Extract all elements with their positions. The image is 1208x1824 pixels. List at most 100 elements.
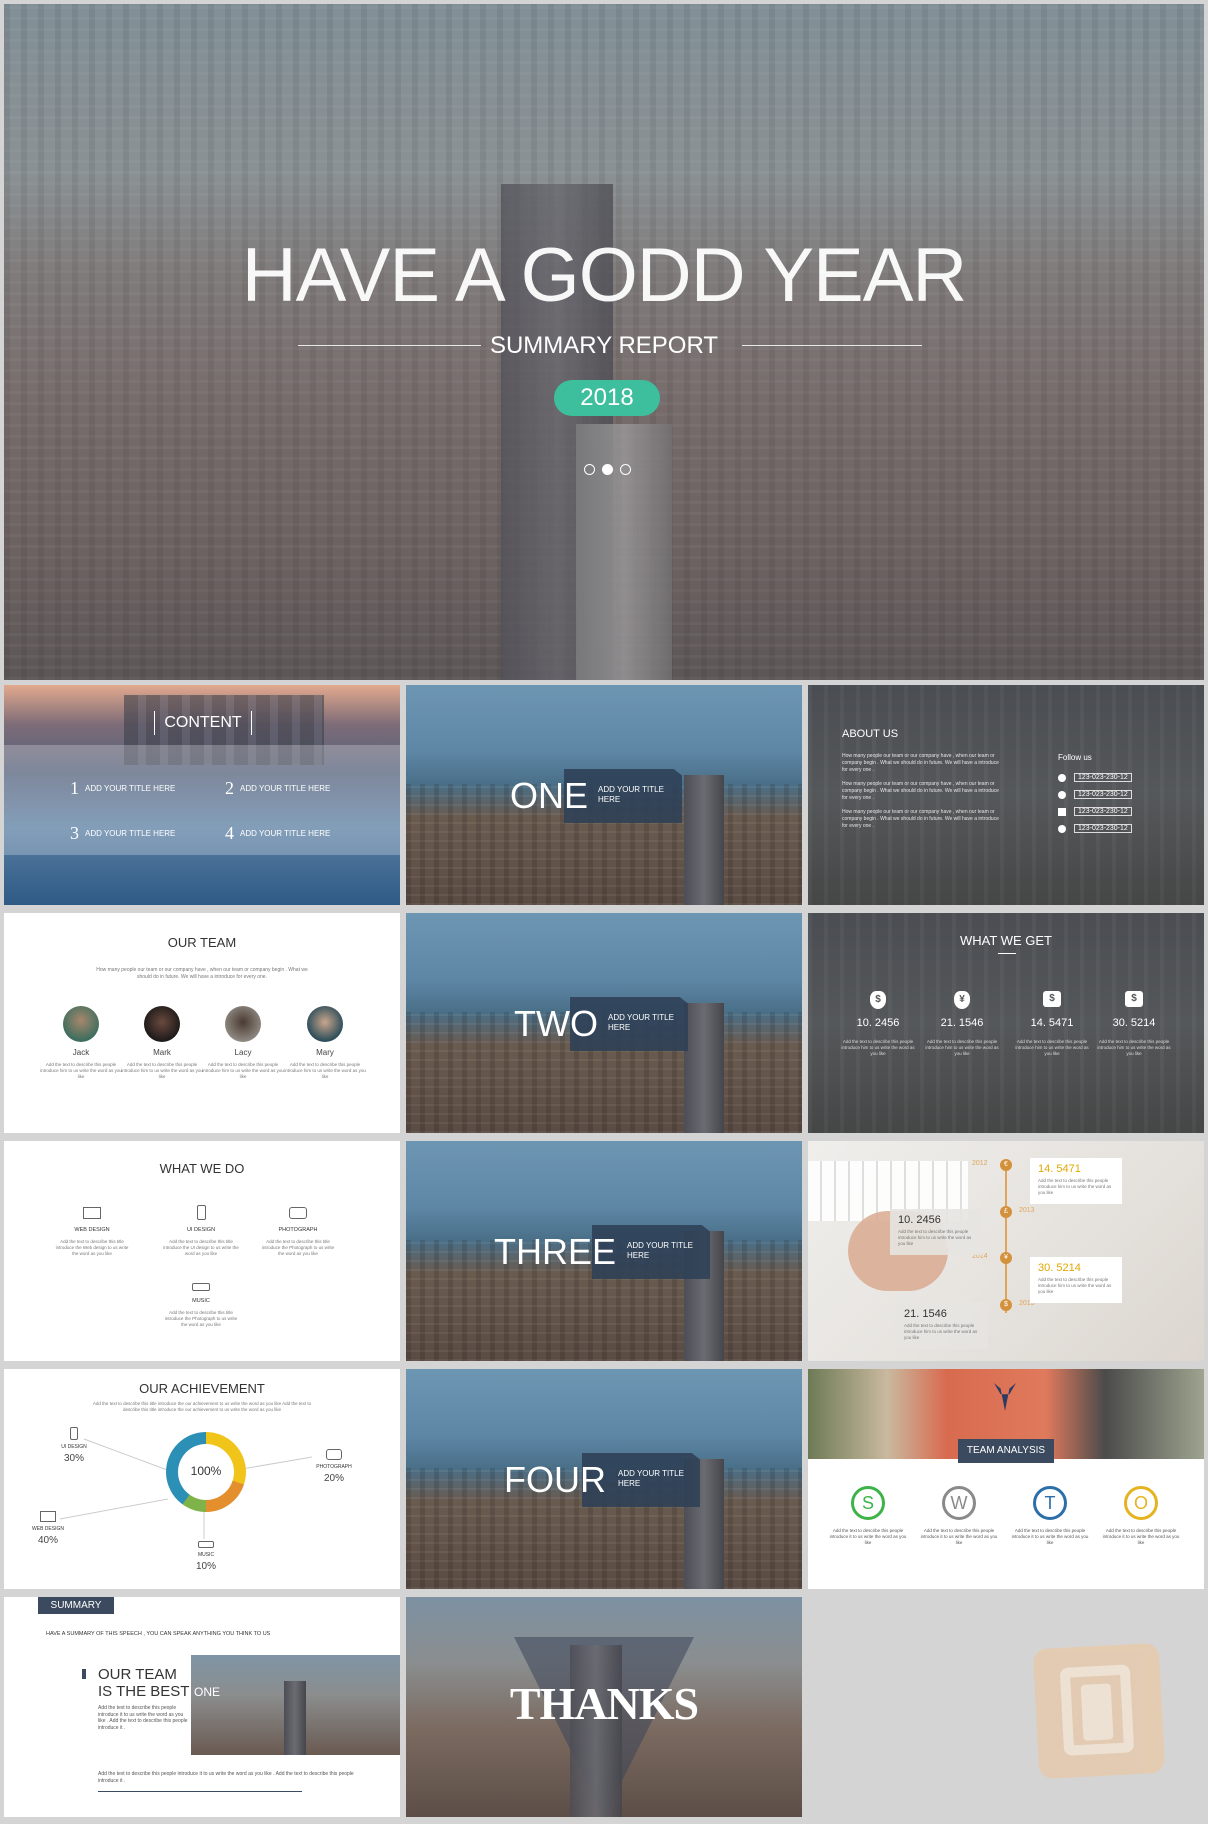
timeline-node-3: ¥ <box>1000 1252 1012 1264</box>
projector-icon <box>198 1541 214 1548</box>
get-title: WHAT WE GET <box>960 933 1052 948</box>
card-desc: Add the text to describe this people int… <box>1038 1178 1112 1195</box>
year-2012: 2012 <box>972 1160 988 1167</box>
label-line-2: HERE <box>608 1023 631 1032</box>
phone-row-3[interactable]: 123-023-230-12 <box>1058 807 1132 816</box>
about-title: ABOUT US <box>842 728 899 740</box>
stat-desc: Add the text to describe this people int… <box>1097 1039 1171 1056</box>
item-num: 4 <box>225 823 234 843</box>
section-number: ONE <box>510 775 589 816</box>
summary-slide[interactable]: SUMMARY HAVE A SUMMARY OF THIS SPEECH , … <box>4 1597 400 1817</box>
hero-slide[interactable]: HAVE A GODD YEAR SUMMARY REPORT 2018 <box>4 4 1204 680</box>
do-item-photo: PHOTOGRAPH Add the text to describe this… <box>260 1207 336 1257</box>
pager-dot-3[interactable] <box>620 464 631 475</box>
ach-label: WEB DESIGN <box>32 1526 64 1532</box>
building <box>684 1003 724 1133</box>
card-2012: 14. 5471 Add the text to describe this p… <box>1030 1158 1122 1204</box>
about-para-2: How many people our team or our company … <box>842 781 999 801</box>
ach-music: MUSIC 10% <box>176 1541 236 1572</box>
swot-s: S Add the text to describe this people i… <box>828 1486 908 1546</box>
card-desc: Add the text to describe this people int… <box>1038 1277 1112 1294</box>
timeline-node-2: £ <box>1000 1206 1012 1218</box>
section-label: ADD YOUR TITLE HERE <box>608 1013 674 1033</box>
summary-foot: Add the text to describe this people int… <box>98 1771 354 1784</box>
pager-dot-2[interactable] <box>602 464 613 475</box>
ach-label: UI DESIGN <box>61 1444 87 1450</box>
ach-pct: 10% <box>195 1561 216 1572</box>
ach-pct: 20% <box>323 1473 344 1484</box>
label-line-1: ADD YOUR TITLE <box>618 1469 684 1478</box>
achievement-slide[interactable]: OUR ACHIEVEMENT Add the text to describe… <box>4 1369 400 1589</box>
phone-value: 123-023-230-12 <box>1074 790 1132 799</box>
summary-tower <box>284 1681 306 1755</box>
section-two-slide[interactable]: TWO ADD YOUR TITLE HERE <box>406 913 802 1133</box>
item-num: 2 <box>225 778 234 798</box>
summary-marker <box>82 1669 86 1679</box>
content-slide[interactable]: CONTENT 1 ADD YOUR TITLE HERE 2 ADD YOUR T… <box>4 685 400 905</box>
follow-label: Follow us <box>1058 753 1092 762</box>
section-label: ADD YOUR TITLE HERE <box>598 785 664 805</box>
about-slide[interactable]: ABOUT US How many people our team or our… <box>808 685 1204 905</box>
about-para-1: How many people our team or our company … <box>842 753 999 773</box>
ach-pct: 30% <box>63 1453 84 1464</box>
do-item-ui: UI DESIGN Add the text to describe this … <box>163 1205 239 1257</box>
wallet-icon: $ <box>1125 991 1143 1007</box>
phone-icon <box>196 1205 206 1220</box>
get-slide[interactable]: WHAT WE GET $ 10. 2456 Add the text to d… <box>808 913 1204 1133</box>
phone-row-1[interactable]: 123-023-230-12 <box>1058 773 1132 782</box>
phone-value: 123-023-230-12 <box>1074 773 1132 782</box>
avatar <box>144 1006 180 1042</box>
year-badge: 2018 <box>554 380 660 416</box>
content-item-1[interactable]: 1 ADD YOUR TITLE HERE <box>70 778 175 799</box>
do-slide[interactable]: WHAT WE DO WEB DESIGN Add the text to de… <box>4 1141 400 1361</box>
section-four-slide[interactable]: FOUR ADD YOUR TITLE HERE <box>406 1369 802 1589</box>
content-overlay <box>4 745 400 855</box>
stat-value: 10. 2456 <box>856 1017 900 1029</box>
timeline-node-1: € <box>1000 1159 1012 1171</box>
member-name: Mark <box>153 1048 171 1057</box>
content-item-3[interactable]: 3 ADD YOUR TITLE HERE <box>70 823 175 844</box>
timeline-slide[interactable]: € £ ¥ $ 2012 2013 2014 2015 14. 5471 Add… <box>808 1141 1204 1361</box>
section-label: ADD YOUR TITLE HERE <box>627 1241 693 1261</box>
swot-w: W Add the text to describe this people i… <box>919 1486 999 1546</box>
label-line-1: ADD YOUR TITLE <box>598 785 664 794</box>
swot-desc: Add the text to describe this people int… <box>920 1528 998 1545</box>
stat-value: 21. 1546 <box>940 1017 984 1029</box>
member-mark[interactable]: Mark Add the text to describe this peopl… <box>121 1006 203 1080</box>
ach-pct: 40% <box>37 1535 58 1546</box>
thanks-slide[interactable]: THANKS <box>406 1597 802 1817</box>
phone-row-4[interactable]: 123-023-230-12 <box>1058 824 1132 833</box>
content-item-2[interactable]: 2 ADD YOUR TITLE HERE <box>225 778 330 799</box>
camera-icon <box>289 1207 307 1219</box>
section-number: FOUR <box>504 1459 606 1500</box>
do-title: WHAT WE DO <box>159 1161 245 1176</box>
member-lacy[interactable]: Lacy Add the text to describe this peopl… <box>202 1006 284 1080</box>
facebook-icon <box>1058 807 1066 816</box>
ach-label: MUSIC <box>197 1552 215 1558</box>
phone-row-2[interactable]: 123-023-230-12 <box>1058 790 1132 799</box>
get-underline <box>998 953 1016 954</box>
pager-dot-1[interactable] <box>584 464 595 475</box>
section-three-slide[interactable]: THREE ADD YOUR TITLE HERE <box>406 1141 802 1361</box>
member-name: Jack <box>72 1048 90 1057</box>
phone-icon <box>70 1427 78 1440</box>
summary-body: Add the text to describe this people int… <box>98 1705 188 1731</box>
item-label: MUSIC <box>192 1298 210 1304</box>
swot-circle: W <box>942 1486 976 1520</box>
member-jack[interactable]: Jack Add the text to describe this peopl… <box>40 1006 122 1080</box>
avatar <box>225 1006 261 1042</box>
content-item-4[interactable]: 4 ADD YOUR TITLE HERE <box>225 823 330 844</box>
member-desc: Add the text to describe this people int… <box>202 1062 284 1079</box>
swot-circle: O <box>1124 1486 1158 1520</box>
item-label: ADD YOUR TITLE HERE <box>85 829 176 838</box>
section-number: TWO <box>514 1003 598 1044</box>
section-one-slide[interactable]: ONE ADD YOUR TITLE HERE <box>406 685 802 905</box>
analysis-slide[interactable]: TEAM ANALYSIS S Add the text to describe… <box>808 1369 1204 1589</box>
timeline-node-4: $ <box>1000 1299 1012 1311</box>
team-slide[interactable]: OUR TEAM How many people our team or our… <box>4 913 400 1133</box>
swot-circle: S <box>851 1486 885 1520</box>
swot-o: O Add the text to describe this people i… <box>1101 1486 1181 1546</box>
card-2015: 21. 1546 Add the text to describe this p… <box>896 1303 988 1349</box>
stat-3: $ 14. 5471 Add the text to describe this… <box>1012 991 1092 1057</box>
member-mary[interactable]: Mary Add the text to describe this peopl… <box>284 1006 366 1080</box>
